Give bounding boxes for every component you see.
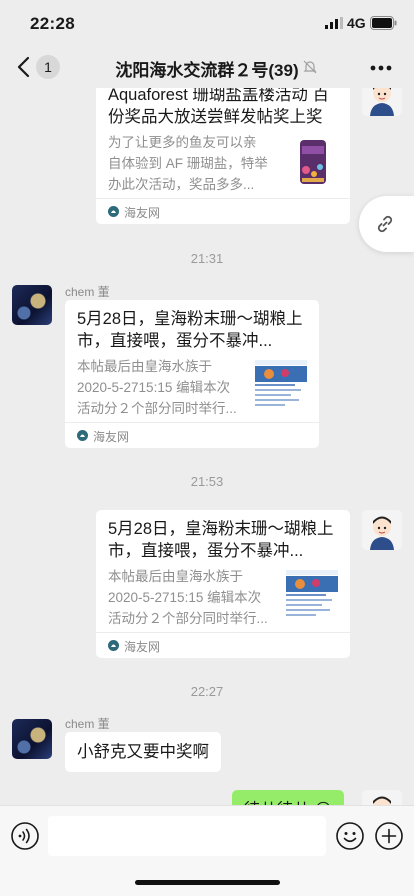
message-input[interactable] (48, 816, 326, 856)
avatar[interactable] (362, 510, 402, 550)
source-label: 海友网 (124, 640, 161, 654)
card-thumbnail (286, 570, 338, 622)
link-card[interactable]: 5月28日，皇海粉末珊～瑚粮上市，直接喂，蛋分不暴冲... 本帖最后由皇海水族于… (65, 300, 319, 448)
card-thumbnail (286, 136, 338, 188)
battery-icon (370, 16, 397, 30)
network-label: 4G (347, 15, 366, 31)
card-title: 5月28日，皇海粉末珊～瑚粮上市，直接喂，蛋分不暴冲... (108, 520, 334, 560)
mute-icon (303, 60, 317, 74)
link-card[interactable]: Aquaforest 珊瑚盐盖楼活动 百份奖品大放送尝鲜发帖奖上奖 为了让更多的… (96, 88, 350, 224)
source-label: 海友网 (124, 206, 161, 220)
source-icon (108, 640, 119, 651)
card-description: 为了让更多的鱼友可以亲自体验到 AF 珊瑚盐，特举办此次活动，奖品多多... (108, 135, 268, 192)
card-description: 本帖最后由皇海水族于 2020-5-2715:15 编辑本次活动分２个部分同时举… (77, 359, 237, 416)
nav-bar: 1 沈阳海水交流群２号(39) (0, 48, 414, 88)
emoji-icon[interactable] (335, 821, 365, 851)
plus-icon[interactable] (374, 821, 404, 851)
avatar[interactable] (362, 88, 402, 116)
unread-badge[interactable]: 1 (36, 55, 60, 79)
sender-name: chem 董 (65, 717, 110, 731)
card-footer: 海友网 (96, 198, 350, 224)
card-thumbnail (255, 360, 307, 412)
signal-icon (325, 17, 343, 29)
page-title: 沈阳海水交流群２号(39) (115, 61, 299, 80)
back-icon[interactable] (16, 56, 32, 78)
avatar[interactable] (362, 790, 402, 805)
link-icon (377, 215, 393, 233)
time-divider: 22:27 (190, 684, 224, 699)
chat-area[interactable]: Aquaforest 珊瑚盐盖楼活动 百份奖品大放送尝鲜发帖奖上奖 为了让更多的… (0, 88, 414, 805)
card-description: 本帖最后由皇海水族于 2020-5-2715:15 编辑本次活动分２个部分同时举… (108, 569, 268, 626)
link-card[interactable]: 5月28日，皇海粉末珊～瑚粮上市，直接喂，蛋分不暴冲... 本帖最后由皇海水族于… (96, 510, 350, 658)
card-footer: 海友网 (96, 632, 350, 658)
card-footer: 海友网 (65, 422, 319, 448)
more-icon[interactable] (370, 65, 392, 71)
message-bubble[interactable]: 徒儿徒儿 😊 (232, 790, 344, 805)
source-icon (108, 206, 119, 217)
home-indicator (135, 880, 280, 885)
sender-name: chem 董 (65, 285, 110, 299)
status-bar: 22:28 4G (0, 0, 414, 48)
message-bubble[interactable]: 小舒克又要中奖啊 (65, 732, 221, 772)
link-float-button[interactable] (359, 196, 414, 252)
time-divider: 21:31 (190, 251, 224, 266)
voice-icon[interactable] (10, 821, 40, 851)
source-icon (77, 430, 88, 441)
avatar[interactable] (12, 719, 52, 759)
source-label: 海友网 (93, 430, 130, 444)
card-title: Aquaforest 珊瑚盐盖楼活动 百份奖品大放送尝鲜发帖奖上奖 (108, 88, 329, 126)
avatar[interactable] (12, 285, 52, 325)
card-title: 5月28日，皇海粉末珊～瑚粮上市，直接喂，蛋分不暴冲... (77, 310, 303, 350)
time-divider: 21:53 (190, 474, 224, 489)
status-time: 22:28 (30, 14, 75, 33)
